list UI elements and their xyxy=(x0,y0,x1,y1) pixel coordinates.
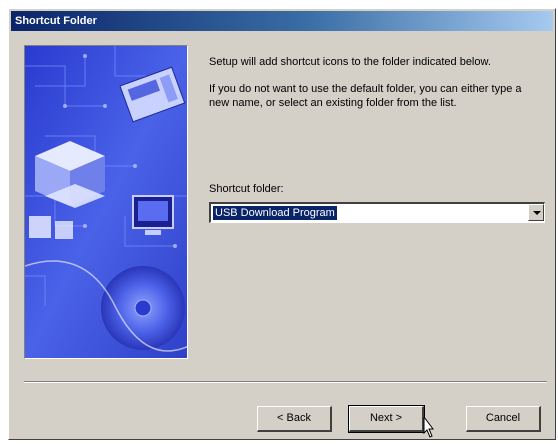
window-title: Shortcut Folder xyxy=(11,11,553,31)
footer-separator xyxy=(24,381,547,383)
setup-dialog: Shortcut Folder Setup will add shortcut … xyxy=(8,8,556,440)
hand-pointer-icon xyxy=(423,417,434,438)
chevron-down-icon[interactable] xyxy=(528,204,544,221)
shortcut-folder-label: Shortcut folder: xyxy=(209,183,284,195)
cancel-button[interactable]: Cancel xyxy=(466,406,541,432)
description-text: Setup will add shortcut icons to the fol… xyxy=(209,56,491,68)
back-button[interactable]: < Back xyxy=(257,406,332,432)
shortcut-folder-value[interactable]: USB Download Program xyxy=(213,206,337,220)
shortcut-folder-combobox[interactable]: USB Download Program xyxy=(209,202,545,223)
instruction-text: If you do not want to use the default fo… xyxy=(209,83,522,109)
next-button[interactable]: Next > xyxy=(348,405,425,433)
setup-side-image xyxy=(24,45,188,359)
